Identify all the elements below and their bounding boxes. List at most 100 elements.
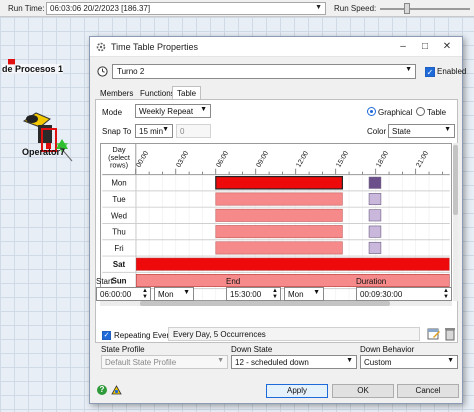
- calendar-edit-icon[interactable]: [427, 327, 440, 340]
- grid-header-bg: [102, 144, 450, 175]
- state-profile-value: Default State Profile: [105, 358, 177, 367]
- break-marker: [368, 193, 382, 206]
- start-time-value: 06:00:00: [100, 290, 132, 299]
- day-label: Thu: [112, 228, 126, 237]
- duration-value: 00:09:30:00: [360, 290, 403, 299]
- timetable-name-value: Turno 2: [117, 67, 145, 76]
- operator-label: Operator7: [22, 147, 66, 157]
- run-speed-slider-thumb[interactable]: [404, 3, 410, 14]
- day-label: Sun: [112, 276, 127, 285]
- down-behavior-label: Down Behavior: [360, 345, 415, 354]
- snap-to-select[interactable]: 15 min ▼: [135, 124, 173, 138]
- down-state-label: Down State: [231, 345, 273, 354]
- dialog-title: Time Table Properties: [111, 42, 199, 52]
- shift-block: [215, 192, 343, 206]
- chevron-down-icon[interactable]: ▼: [183, 289, 190, 296]
- repeating-summary-value: Every Day, 5 Occurrences: [173, 330, 266, 339]
- state-profile-label: State Profile: [101, 345, 145, 354]
- graphical-radio[interactable]: [367, 107, 376, 116]
- spinner-icon[interactable]: ▲ ▼: [142, 288, 148, 300]
- duration-label: Duration: [356, 277, 387, 286]
- chevron-down-icon[interactable]: ▼: [447, 357, 454, 364]
- down-state-value: 12 - scheduled down: [235, 358, 309, 367]
- color-select[interactable]: State ▼: [388, 124, 455, 138]
- down-behavior-select[interactable]: Custom ▼: [360, 355, 458, 369]
- color-value: State: [392, 127, 411, 136]
- spinner-icon[interactable]: ▲ ▼: [443, 288, 449, 300]
- end-time-field[interactable]: 15:30:00 ▲ ▼: [226, 287, 281, 301]
- start-day-value: Mon: [158, 290, 174, 299]
- shift-block: [215, 241, 343, 255]
- minimize-button[interactable]: –: [392, 39, 414, 55]
- duration-field[interactable]: 00:09:30:00 ▲ ▼: [356, 287, 452, 301]
- horizontal-scrollbar[interactable]: [100, 301, 452, 306]
- shift-block: [135, 257, 450, 271]
- delete-icon[interactable]: [444, 327, 456, 341]
- break-marker: [368, 176, 382, 189]
- mode-select[interactable]: Weekly Repeat ▼: [135, 104, 211, 118]
- down-behavior-value: Custom: [364, 358, 392, 367]
- run-speed-label: Run Speed:: [334, 4, 377, 13]
- start-day-select[interactable]: Mon ▼: [154, 287, 194, 301]
- chevron-down-icon[interactable]: ▼: [405, 66, 412, 73]
- start-time-field[interactable]: 06:00:00 ▲ ▼: [96, 287, 151, 301]
- run-time-field[interactable]: 06:03:06 20/2/2023 [186.37] ▼: [46, 2, 326, 15]
- gear-icon: [96, 42, 106, 52]
- chevron-down-icon[interactable]: ▼: [162, 126, 169, 133]
- graphical-label: Graphical: [378, 108, 413, 117]
- day-label: Tue: [112, 195, 126, 204]
- clock-icon: [97, 66, 108, 77]
- chevron-down-icon[interactable]: ▼: [313, 289, 320, 296]
- close-button[interactable]: ✕: [436, 39, 458, 55]
- mode-label: Mode: [102, 108, 123, 117]
- end-time-value: 15:30:00: [230, 290, 262, 299]
- chevron-down-icon[interactable]: ▼: [444, 126, 451, 133]
- table-radio[interactable]: [416, 107, 425, 116]
- down-state-select[interactable]: 12 - scheduled down ▼: [231, 355, 357, 369]
- day-label: Fri: [114, 244, 123, 253]
- end-day-value: Mon: [288, 290, 304, 299]
- properties-tool-icon[interactable]: [111, 385, 122, 396]
- run-time-label: Run Time:: [8, 4, 45, 13]
- table-label: Table: [427, 108, 447, 117]
- shift-block: [215, 175, 343, 190]
- process-label: de Procesos 1: [2, 64, 64, 74]
- run-time-value: 06:03:06 20/2/2023 [186.37]: [50, 4, 151, 13]
- repeating-event-checkbox[interactable]: ✓: [102, 331, 111, 340]
- maximize-button[interactable]: □: [414, 39, 436, 55]
- enabled-checkbox[interactable]: ✓: [425, 67, 435, 77]
- toolbar: Run Time: 06:03:06 20/2/2023 [186.37] ▼ …: [0, 0, 474, 17]
- ok-button[interactable]: OK: [332, 384, 394, 398]
- shift-block: [215, 208, 343, 222]
- weekly-schedule-grid[interactable]: Day(selectrows) 00:00 03:00 06:00 09:00 12:00…: [100, 143, 452, 301]
- vertical-scrollbar[interactable]: [453, 143, 458, 301]
- tab-table[interactable]: Table: [172, 86, 202, 100]
- day-label: Wed: [111, 211, 127, 220]
- day-label: Sat: [113, 260, 126, 269]
- tab-members[interactable]: Members: [95, 86, 138, 100]
- chevron-down-icon[interactable]: ▼: [346, 357, 353, 364]
- snap-to-label: Snap To: [102, 127, 132, 136]
- snap-to-value: 15 min: [139, 127, 164, 136]
- end-label: End: [226, 277, 241, 286]
- snap-number-value: 0: [180, 127, 185, 136]
- timetable-name-combobox[interactable]: Turno 2 ▼: [112, 64, 416, 79]
- spinner-icon[interactable]: ▲ ▼: [272, 288, 278, 300]
- break-marker: [368, 225, 382, 238]
- dialog-titlebar[interactable]: Time Table Properties – □ ✕: [90, 37, 462, 57]
- time-table-properties-dialog: Time Table Properties – □ ✕ Turno 2 ▼ ✓ …: [89, 36, 467, 404]
- chevron-down-icon[interactable]: ▼: [200, 106, 207, 113]
- chevron-down-icon[interactable]: ▼: [315, 4, 322, 11]
- day-label: Mon: [111, 179, 126, 188]
- vertical-scrollbar-thumb[interactable]: [453, 145, 458, 215]
- help-icon[interactable]: ?: [97, 385, 107, 395]
- cancel-button[interactable]: Cancel: [397, 384, 459, 398]
- run-speed-slider[interactable]: [380, 8, 470, 10]
- repeating-event-label: Repeating Event: [114, 331, 174, 340]
- apply-button[interactable]: Apply: [266, 384, 328, 398]
- end-day-select[interactable]: Mon ▼: [284, 287, 324, 301]
- enabled-label: Enabled: [437, 67, 467, 76]
- horizontal-scrollbar-thumb[interactable]: [140, 301, 390, 306]
- repeating-summary-field: Every Day, 5 Occurrences: [168, 327, 420, 341]
- start-label: Start: [96, 277, 113, 286]
